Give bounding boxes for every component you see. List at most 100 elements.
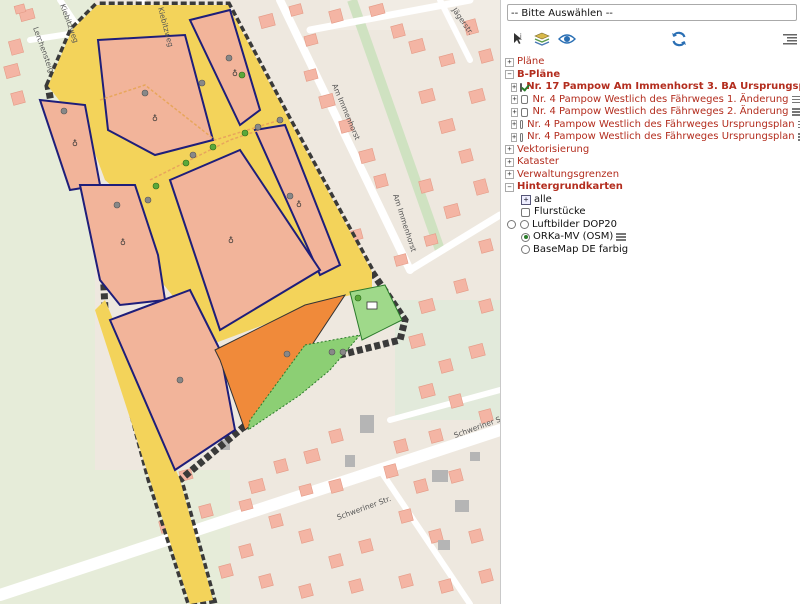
building (448, 468, 464, 484)
expand-toggle[interactable]: + (521, 194, 531, 205)
tree-item-orka[interactable]: ORKa-MV (OSM) (505, 231, 799, 244)
expand-toggle[interactable]: + (511, 95, 519, 105)
building (398, 573, 414, 589)
tree-group-plaene[interactable]: + Pläne (505, 56, 799, 69)
layer-label[interactable]: Luftbilder DOP20 (532, 219, 617, 232)
building (373, 173, 389, 189)
building (298, 528, 314, 544)
layer-item[interactable]: + Nr. 4 Pampow Westlich des Fährweges 2.… (505, 106, 800, 119)
group-label[interactable]: Kataster (517, 156, 559, 169)
building (383, 463, 399, 479)
building (438, 578, 454, 594)
layer-label[interactable]: Nr. 17 Pampow Am Immenhorst 3. BA Urspru… (526, 81, 800, 94)
building (348, 578, 364, 594)
building (453, 278, 469, 294)
collapse-toggle[interactable]: − (505, 182, 514, 192)
menu-icon[interactable] (616, 233, 627, 241)
building (438, 358, 454, 374)
tree-group-hintergrundkarten[interactable]: − Hintergrundkarten (505, 181, 799, 194)
layer-item[interactable]: + Nr. 4 Pampow Westlich des Fährweges Ur… (505, 119, 800, 132)
layer-checkbox[interactable] (521, 95, 529, 105)
layer-item[interactable]: + Nr. 17 Pampow Am Immenhorst 3. BA Ursp… (505, 81, 800, 94)
building (413, 478, 429, 494)
layer-label[interactable]: Nr. 4 Pampow Westlich des Fährweges Ursp… (527, 131, 794, 144)
radio-button[interactable] (520, 220, 529, 230)
layer-label[interactable]: Flurstücke (534, 206, 586, 219)
tree-group-bplaene[interactable]: − B-Pläne (505, 69, 799, 82)
group-label[interactable]: Pläne (517, 56, 544, 69)
layer-checkbox[interactable] (521, 107, 529, 117)
tree-group-kataster[interactable]: + Kataster (505, 156, 799, 169)
tree-group-vektorisierung[interactable]: + Vektorisierung (505, 144, 799, 157)
building (448, 393, 464, 409)
building (218, 563, 234, 579)
building (298, 583, 314, 599)
layer-checkbox[interactable] (521, 207, 530, 217)
group-label[interactable]: Verwaltungsgrenzen (517, 169, 619, 182)
tree-item-alle[interactable]: + alle (505, 194, 799, 207)
expand-toggle[interactable]: + (505, 157, 514, 167)
svg-text:i: i (520, 33, 522, 40)
svg-text:♁: ♁ (296, 200, 302, 209)
building (390, 23, 406, 39)
building (328, 428, 344, 444)
menu-icon[interactable] (797, 133, 800, 141)
expand-toggle[interactable]: + (511, 82, 518, 92)
menu-icon[interactable] (779, 28, 800, 50)
building (273, 458, 289, 474)
building (328, 8, 344, 24)
expand-toggle[interactable]: + (505, 57, 514, 67)
building (238, 543, 254, 559)
svg-text:♁: ♁ (120, 238, 126, 247)
group-label[interactable]: B-Pläne (517, 69, 560, 82)
building (418, 178, 434, 194)
radio-button[interactable] (521, 245, 530, 255)
radio-button[interactable] (507, 220, 516, 230)
expand-toggle[interactable]: + (505, 170, 514, 180)
building (478, 48, 494, 64)
menu-icon[interactable] (797, 120, 800, 129)
layer-label[interactable]: Nr. 4 Pampow Westlich des Fährweges 2. Ä… (532, 106, 788, 119)
layer-checkbox[interactable] (520, 132, 524, 142)
refresh-icon[interactable] (668, 28, 690, 50)
layer-label[interactable]: Nr. 4 Pampow Westlich des Fährweges Ursp… (527, 119, 794, 132)
eye-icon[interactable] (556, 28, 578, 50)
layer-tree: + Pläne − B-Pläne + Nr. 17 Pampow Am Imm… (505, 56, 800, 257)
expand-toggle[interactable]: + (511, 132, 518, 142)
layer-label[interactable]: ORKa-MV (OSM) (533, 231, 613, 244)
tree-item-basemap[interactable]: BaseMap DE farbig (505, 244, 799, 257)
building (328, 553, 344, 569)
menu-icon[interactable] (791, 95, 800, 104)
tree-item-flurstuecke[interactable]: Flurstücke (505, 206, 799, 219)
layers-icon[interactable] (531, 28, 553, 50)
plan-select[interactable]: -- Bitte Auswählen -- (507, 4, 797, 21)
layer-item[interactable]: + Nr. 4 Pampow Westlich des Fährweges 1.… (505, 94, 800, 107)
layer-checkbox[interactable] (520, 82, 523, 92)
building (258, 573, 274, 589)
radio-button[interactable] (521, 232, 530, 242)
building (468, 528, 484, 544)
group-label[interactable]: Hintergrundkarten (517, 181, 623, 194)
expand-toggle[interactable]: + (511, 107, 519, 117)
menu-icon[interactable] (791, 108, 800, 116)
building (478, 568, 494, 584)
map-view[interactable]: ♁ ♁ ♁ ♁ ♁ ♁ Kiebitzweg Kiebitzweg Lerche… (0, 0, 500, 604)
layer-label[interactable]: alle (534, 194, 552, 207)
expand-toggle[interactable]: + (511, 120, 518, 130)
toolbar: i (501, 24, 800, 54)
collapse-toggle[interactable]: − (505, 70, 514, 80)
expand-toggle[interactable]: + (505, 145, 514, 155)
building (328, 478, 344, 494)
layer-item[interactable]: + Nr. 4 Pampow Westlich des Fährweges Ur… (505, 131, 800, 144)
layer-label[interactable]: BaseMap DE farbig (533, 244, 628, 257)
layer-label[interactable]: Nr. 4 Pampow Westlich des Fährweges 1. Ä… (532, 94, 788, 107)
building (428, 428, 444, 444)
cursor-info-icon[interactable]: i (507, 28, 529, 50)
tree-item-luftbilder[interactable]: Luftbilder DOP20 (505, 219, 799, 232)
svg-text:♁: ♁ (72, 139, 78, 148)
tree-group-verwaltungsgrenzen[interactable]: + Verwaltungsgrenzen (505, 169, 799, 182)
group-label[interactable]: Vektorisierung (517, 144, 589, 157)
layer-checkbox[interactable] (520, 120, 524, 130)
svg-text:♁: ♁ (152, 114, 158, 123)
building (478, 298, 494, 314)
